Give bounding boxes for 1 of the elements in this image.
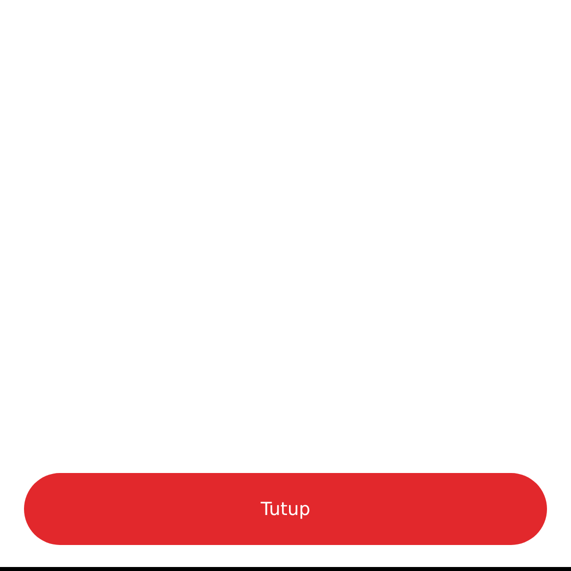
close-button[interactable]: Tutup bbox=[24, 473, 547, 545]
